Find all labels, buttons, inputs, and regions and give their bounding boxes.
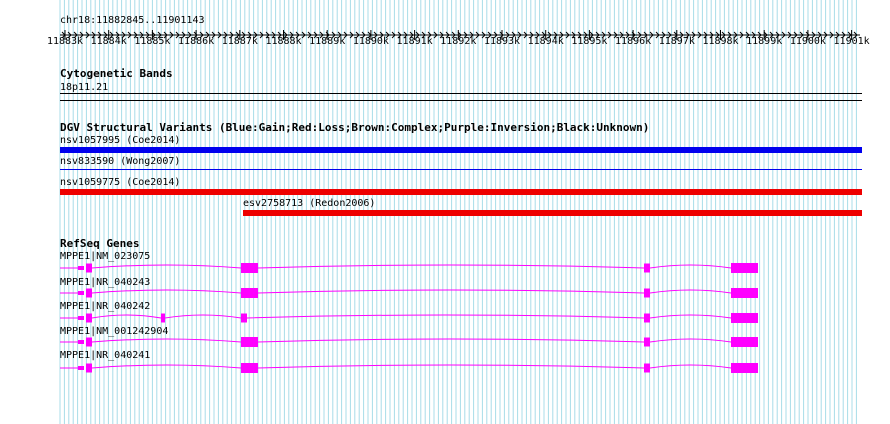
gene-model[interactable]	[55, 281, 775, 305]
gene-exon	[731, 263, 758, 273]
ruler-tick-label: 11900k	[789, 36, 826, 47]
gene-exon	[731, 337, 758, 347]
gene-exon	[731, 363, 758, 373]
cytoband-track-title: Cytogenetic Bands	[60, 67, 173, 80]
gene-intron	[649, 314, 732, 319]
gene-model[interactable]	[55, 330, 775, 354]
ruler-tick-label: 11899k	[746, 36, 783, 47]
variant-label[interactable]: esv2758713 (Redon2006)	[243, 198, 375, 209]
gene-exon	[731, 288, 758, 298]
gene-exon	[644, 313, 650, 323]
gene-utr-block	[78, 340, 84, 344]
gene-intron	[257, 338, 645, 343]
ruler-tick-label: 11887k	[221, 36, 258, 47]
gene-intron	[649, 264, 732, 269]
ruler-tick-label: 11883k	[46, 36, 84, 47]
ruler-tick-label: 11892k	[440, 36, 477, 47]
gene-intron	[91, 314, 162, 319]
ruler-tick-label: 11888k	[265, 36, 302, 47]
dgv-track-title: DGV Structural Variants (Blue:Gain;Red:L…	[60, 121, 650, 134]
gene-intron	[91, 364, 242, 369]
gene-exon	[644, 363, 650, 373]
gene-exon	[86, 263, 92, 273]
gene-exon	[644, 288, 650, 298]
gene-intron	[164, 314, 242, 319]
ruler-tick-label: 11894k	[527, 36, 564, 47]
variant-label[interactable]: nsv1059775 (Coe2014)	[60, 177, 180, 188]
cytoband-line-top	[60, 93, 862, 94]
gene-exon	[86, 288, 92, 298]
ruler-tick-label: 11890k	[352, 36, 389, 47]
gene-intron	[649, 289, 732, 294]
gene-intron	[257, 264, 645, 269]
variant-bar-gain[interactable]	[60, 147, 862, 153]
ruler-tick-label: 11898k	[702, 36, 739, 47]
ruler-tick-label: 11889k	[309, 36, 346, 47]
cytoband-line-bottom	[60, 100, 862, 101]
ruler-tick-label: 11886k	[178, 36, 215, 47]
gene-exon	[86, 313, 92, 323]
gene-intron	[246, 314, 645, 319]
refseq-track-title: RefSeq Genes	[60, 237, 140, 250]
ruler-tick-label: 11891k	[396, 36, 433, 47]
gene-exon	[241, 363, 258, 373]
gene-utr-block	[78, 366, 84, 370]
variant-bar-loss[interactable]	[60, 189, 862, 195]
gene-utr-block	[78, 266, 84, 270]
gene-exon	[731, 313, 758, 323]
gene-exon	[161, 313, 165, 323]
gene-exon	[241, 337, 258, 347]
variant-label[interactable]: nsv1057995 (Coe2014)	[60, 135, 180, 146]
ruler-tick-label: 11901k	[833, 36, 870, 47]
cytoband-label: 18p11.21	[60, 82, 109, 93]
gene-exon	[86, 337, 92, 347]
locus-label: chr18:11882845..11901143	[60, 15, 205, 26]
gene-utr-block	[78, 316, 84, 320]
gene-intron	[91, 289, 242, 294]
gene-model[interactable]	[55, 256, 775, 280]
gene-exon	[644, 263, 650, 273]
gene-exon	[644, 337, 650, 347]
gene-intron	[91, 338, 242, 343]
ruler-tick-label: 11895k	[571, 36, 608, 47]
gene-intron	[649, 338, 732, 343]
gene-model[interactable]	[55, 356, 775, 380]
gene-intron	[91, 264, 242, 269]
gene-intron	[257, 364, 645, 369]
variant-bar-loss[interactable]	[243, 210, 862, 216]
gene-exon	[241, 313, 247, 323]
gene-exon	[241, 288, 258, 298]
ruler-tick-label: 11896k	[615, 36, 652, 47]
gene-intron	[257, 289, 645, 294]
variant-bar-gain-thin[interactable]	[60, 169, 862, 170]
gene-intron	[649, 364, 732, 369]
gene-exon	[241, 263, 258, 273]
variant-label[interactable]: nsv833590 (Wong2007)	[60, 156, 180, 167]
ruler-tick-label: 11884k	[90, 36, 127, 47]
ruler-tick-label: 11897k	[658, 36, 695, 47]
ruler-tick-label: 11893k	[483, 36, 521, 47]
gene-exon	[86, 363, 92, 373]
gene-utr-block	[78, 291, 84, 295]
ruler-tick-label: 11885k	[134, 36, 171, 47]
